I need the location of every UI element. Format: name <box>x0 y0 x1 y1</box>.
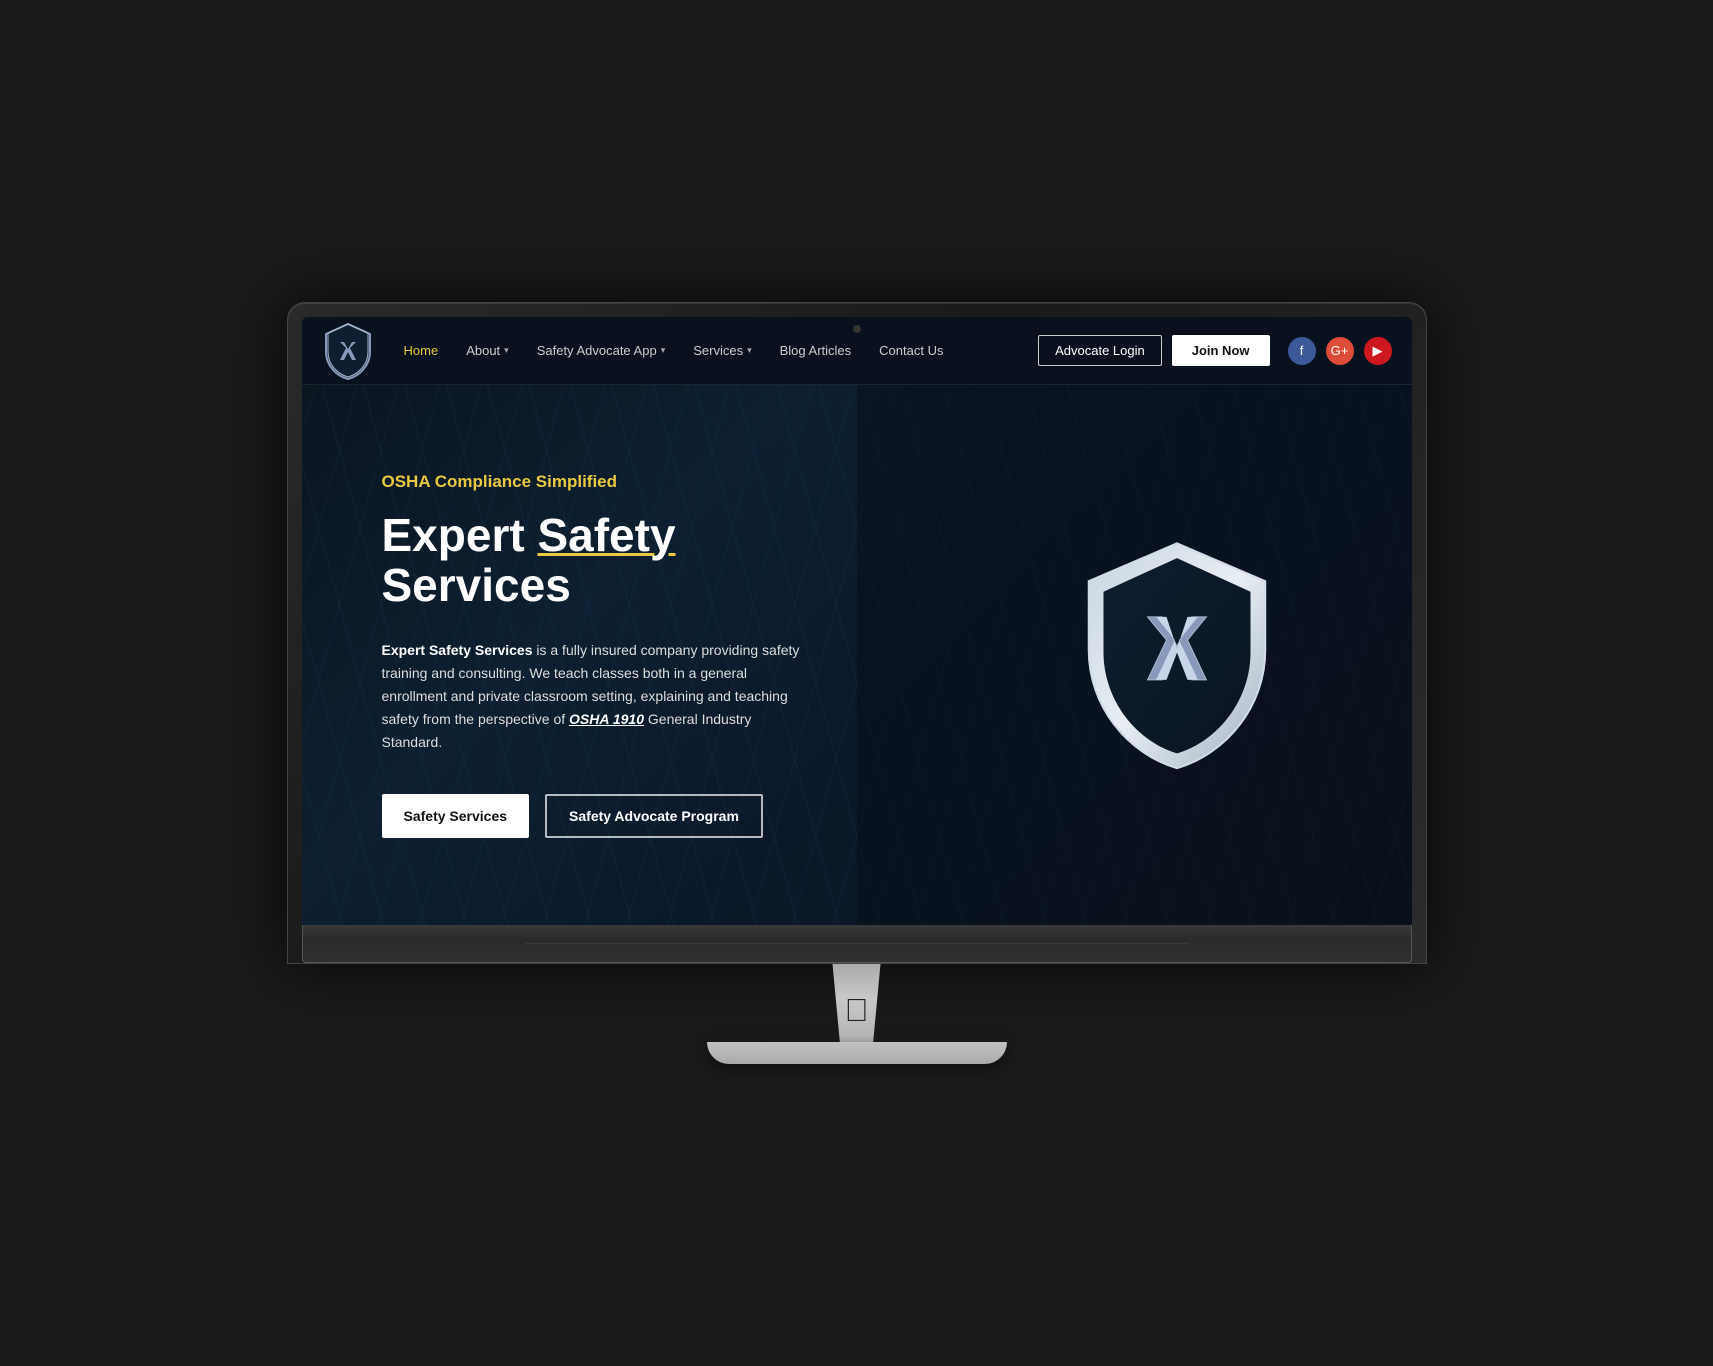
chevron-down-icon: ▾ <box>747 345 752 356</box>
hero-buttons: Safety Services Safety Advocate Program <box>382 794 802 838</box>
chevron-down-icon: ▾ <box>661 345 666 356</box>
apple-logo-icon:  <box>845 992 869 1029</box>
imac-stand:  <box>707 964 1007 1064</box>
safety-advocate-program-button[interactable]: Safety Advocate Program <box>545 794 763 838</box>
nav-item-safety-advocate-app[interactable]: Safety Advocate App ▾ <box>525 335 678 366</box>
nav-item-services[interactable]: Services ▾ <box>681 335 763 366</box>
safety-services-button[interactable]: Safety Services <box>382 794 530 838</box>
nav-item-contact[interactable]: Contact Us <box>867 335 955 366</box>
chevron-down-icon: ▾ <box>504 345 509 356</box>
imac-screen: Home About ▾ Safety Advocate App ▾ Servi… <box>302 317 1412 925</box>
nav-item-blog[interactable]: Blog Articles <box>768 335 864 366</box>
youtube-icon[interactable]: ▶ <box>1364 337 1392 365</box>
social-icons: f G+ ▶ <box>1288 337 1392 365</box>
imac-screen-bezel: Home About ▾ Safety Advocate App ▾ Servi… <box>287 302 1427 964</box>
hero-title: Expert Safety Services <box>382 510 802 611</box>
logo-shield-icon <box>322 322 374 380</box>
nav-right: Advocate Login Join Now f G+ ▶ <box>1038 335 1391 366</box>
google-plus-icon[interactable]: G+ <box>1326 337 1354 365</box>
chin-line <box>524 943 1189 944</box>
imac-chin <box>302 925 1412 963</box>
imac-stand-base <box>707 1042 1007 1064</box>
imac-wrapper: Home About ▾ Safety Advocate App ▾ Servi… <box>287 302 1427 1064</box>
hero-shield-logo <box>1072 535 1282 775</box>
camera-dot <box>853 325 861 333</box>
hero-content: OSHA Compliance Simplified Expert Safety… <box>302 472 882 839</box>
nav-links: Home About ▾ Safety Advocate App ▾ Servi… <box>392 335 1039 366</box>
advocate-login-button[interactable]: Advocate Login <box>1038 335 1162 366</box>
join-now-button[interactable]: Join Now <box>1172 335 1270 366</box>
nav-item-home[interactable]: Home <box>392 335 451 366</box>
hero-section: OSHA Compliance Simplified Expert Safety… <box>302 385 1412 925</box>
hero-tagline: OSHA Compliance Simplified <box>382 472 802 492</box>
facebook-icon[interactable]: f <box>1288 337 1316 365</box>
hero-description: Expert Safety Services is a fully insure… <box>382 639 802 754</box>
logo-area[interactable] <box>322 322 374 380</box>
nav-item-about[interactable]: About ▾ <box>454 335 521 366</box>
shield-svg <box>1072 535 1282 777</box>
